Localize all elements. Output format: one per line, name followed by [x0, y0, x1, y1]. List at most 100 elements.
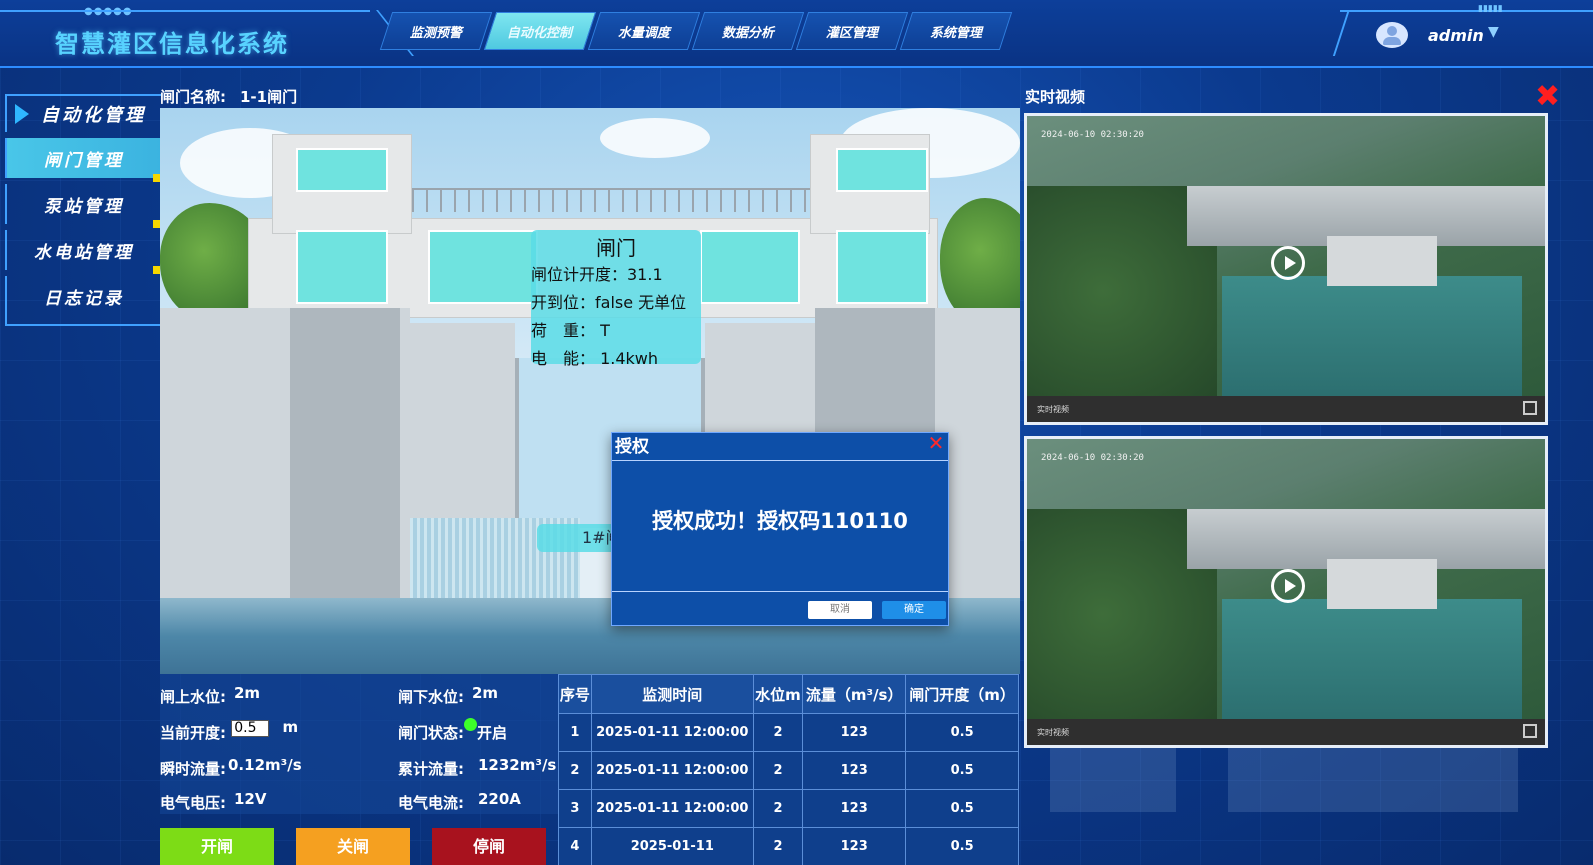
- gate-state-value: 开启: [477, 724, 508, 742]
- upstream-level: 闸上水位: 2m: [160, 684, 261, 707]
- voltage: 电气电压: 12V: [160, 790, 267, 813]
- sidebar-item-label: 泵站管理: [44, 196, 124, 217]
- cancel-button[interactable]: 取消: [808, 601, 872, 619]
- sidebar-item[interactable]: 闸门管理: [5, 138, 163, 182]
- table-cell: 2: [752, 789, 804, 828]
- sidebar-item-label: 水电站管理: [34, 242, 134, 263]
- header-divider: [0, 10, 370, 12]
- triangle-right-icon: [15, 104, 29, 124]
- nav-tab[interactable]: 监测预警: [379, 12, 493, 50]
- cloud: [600, 118, 710, 158]
- table-row[interactable]: 2 2025-01-11 12:00:00 2 123 0.5: [558, 751, 1019, 790]
- open-gate-button[interactable]: 开闸: [160, 828, 274, 865]
- window: [296, 148, 388, 192]
- fullscreen-icon[interactable]: [1523, 401, 1537, 415]
- opening-input[interactable]: [231, 719, 270, 737]
- sidebar-item[interactable]: 泵站管理: [5, 184, 163, 228]
- nav-tab[interactable]: 灌区管理: [795, 12, 909, 50]
- table-header-cell: 闸门开度（m）: [905, 674, 1019, 714]
- voltage-label: 电气电压:: [160, 794, 226, 812]
- table-cell: 0.5: [905, 827, 1019, 865]
- dialog-divider: [612, 591, 948, 592]
- table-row[interactable]: 4 2025-01-11 2 123 0.5: [558, 827, 1019, 865]
- table-cell: 123: [802, 789, 907, 828]
- gate-name-value: 1-1闸门: [240, 88, 298, 106]
- table-header-cell: 水位m: [752, 674, 804, 714]
- window: [700, 230, 800, 304]
- table-cell: 0.5: [905, 713, 1019, 752]
- status-dot-icon: [464, 718, 477, 731]
- nav-tab[interactable]: 数据分析: [691, 12, 805, 50]
- current-value: 220A: [478, 790, 521, 808]
- dialog-title: 授权: [612, 433, 948, 461]
- table-cell: 2: [558, 751, 592, 790]
- gate-info-row: 开到位：false 无单位: [531, 293, 687, 312]
- video-frame-building: [1327, 559, 1437, 609]
- sidebar-item[interactable]: 水电站管理: [5, 230, 163, 274]
- fullscreen-icon[interactable]: [1523, 724, 1537, 738]
- current-opening-label: 当前开度:: [160, 724, 226, 742]
- table-row[interactable]: 3 2025-01-11 12:00:00 2 123 0.5: [558, 789, 1019, 828]
- table-cell: 2025-01-11 12:00:00: [590, 713, 754, 752]
- user-decor-dots: ▮▮▮▮▮: [1478, 4, 1503, 14]
- table-cell: 2025-01-11 12:00:00: [590, 789, 754, 828]
- play-icon[interactable]: [1271, 569, 1305, 603]
- gate-state-label: 闸门状态:: [398, 724, 464, 742]
- stop-gate-button[interactable]: 停闸: [432, 828, 546, 865]
- video-player-2[interactable]: 2024-06-10 02:30:20 实时视频: [1024, 436, 1548, 748]
- cumulative-flow: 累计流量: 1232m³/s: [398, 756, 556, 779]
- background-image-tile: [1050, 748, 1176, 812]
- voltage-value: 12V: [234, 790, 267, 808]
- close-icon[interactable]: ✕: [926, 433, 946, 453]
- video-player-1[interactable]: 2024-06-10 02:30:20 实时视频: [1024, 113, 1548, 425]
- table-cell: 3: [558, 789, 592, 828]
- sidebar-item[interactable]: 日志记录: [5, 276, 161, 316]
- nav-tab[interactable]: 水量调度: [587, 12, 701, 50]
- video-timestamp: 2024-06-10 02:30:20: [1041, 130, 1144, 140]
- table-cell: 123: [802, 713, 907, 752]
- gate-info-row: 荷 重： T: [531, 321, 610, 340]
- gate-info-row: 电 能： 1.4kwh: [531, 349, 659, 368]
- upstream-level-label: 闸上水位:: [160, 688, 226, 706]
- gate-info-title: 闸门: [596, 236, 636, 260]
- video-frame-pool: [1222, 276, 1522, 396]
- video-frame-building: [1327, 236, 1437, 286]
- avatar-icon[interactable]: [1376, 22, 1408, 48]
- table-cell: 2025-01-11: [590, 827, 754, 865]
- sidebar-footer: [5, 316, 161, 326]
- close-gate-button[interactable]: 关闸: [296, 828, 410, 865]
- video-live-label: 实时视频: [1037, 728, 1069, 737]
- gate-info-popup: 闸门 闸位计开度：31.1 开到位：false 无单位荷 重： T 电 能： 1.4…: [531, 230, 701, 368]
- nav-tab-label: 自动化控制: [507, 25, 573, 41]
- table-row[interactable]: 1 2025-01-11 12:00:00 2 123 0.5: [558, 713, 1019, 752]
- gate-name-label: 闸门名称:: [160, 88, 226, 106]
- current: 电气电流: 220A: [398, 790, 521, 813]
- cumulative-flow-label: 累计流量:: [398, 760, 464, 778]
- play-icon[interactable]: [1271, 246, 1305, 280]
- auth-dialog: 授权 ✕ 授权成功！授权码110110 取消 确定: [611, 432, 949, 626]
- window: [428, 230, 538, 304]
- current-opening: 当前开度: m: [160, 718, 298, 743]
- upstream-level-value: 2m: [234, 684, 261, 702]
- close-icon[interactable]: ✖: [1535, 82, 1560, 112]
- table-cell: 2: [752, 751, 804, 790]
- chevron-down-icon[interactable]: ▼: [1488, 24, 1499, 40]
- bridge-railing: [412, 188, 810, 212]
- video-panel-title: 实时视频: [1025, 88, 1086, 106]
- nav-tab[interactable]: 系统管理: [899, 12, 1013, 50]
- app-title: 智慧灌区信息化系统: [55, 29, 289, 58]
- confirm-button[interactable]: 确定: [882, 601, 946, 619]
- table-cell: 2: [752, 827, 804, 865]
- gate-state: 闸门状态: 开启: [398, 718, 508, 743]
- top-header: ●●●●● 智慧灌区信息化系统 监测预警自动化控制水量调度数据分析灌区管理系统管…: [0, 0, 1593, 68]
- table-cell: 2: [752, 713, 804, 752]
- sidebar-header: 自动化管理: [5, 94, 161, 132]
- video-control-bar: 实时视频: [1027, 396, 1545, 422]
- nav-tab-label: 数据分析: [721, 25, 774, 41]
- table-cell: 0.5: [905, 751, 1019, 790]
- sidebar: 自动化管理 闸门管理泵站管理水电站管理日志记录: [5, 94, 163, 326]
- window: [836, 230, 928, 304]
- video-frame-pool: [1222, 599, 1522, 719]
- nav-tab[interactable]: 自动化控制: [483, 12, 597, 50]
- username[interactable]: admin: [1428, 26, 1484, 45]
